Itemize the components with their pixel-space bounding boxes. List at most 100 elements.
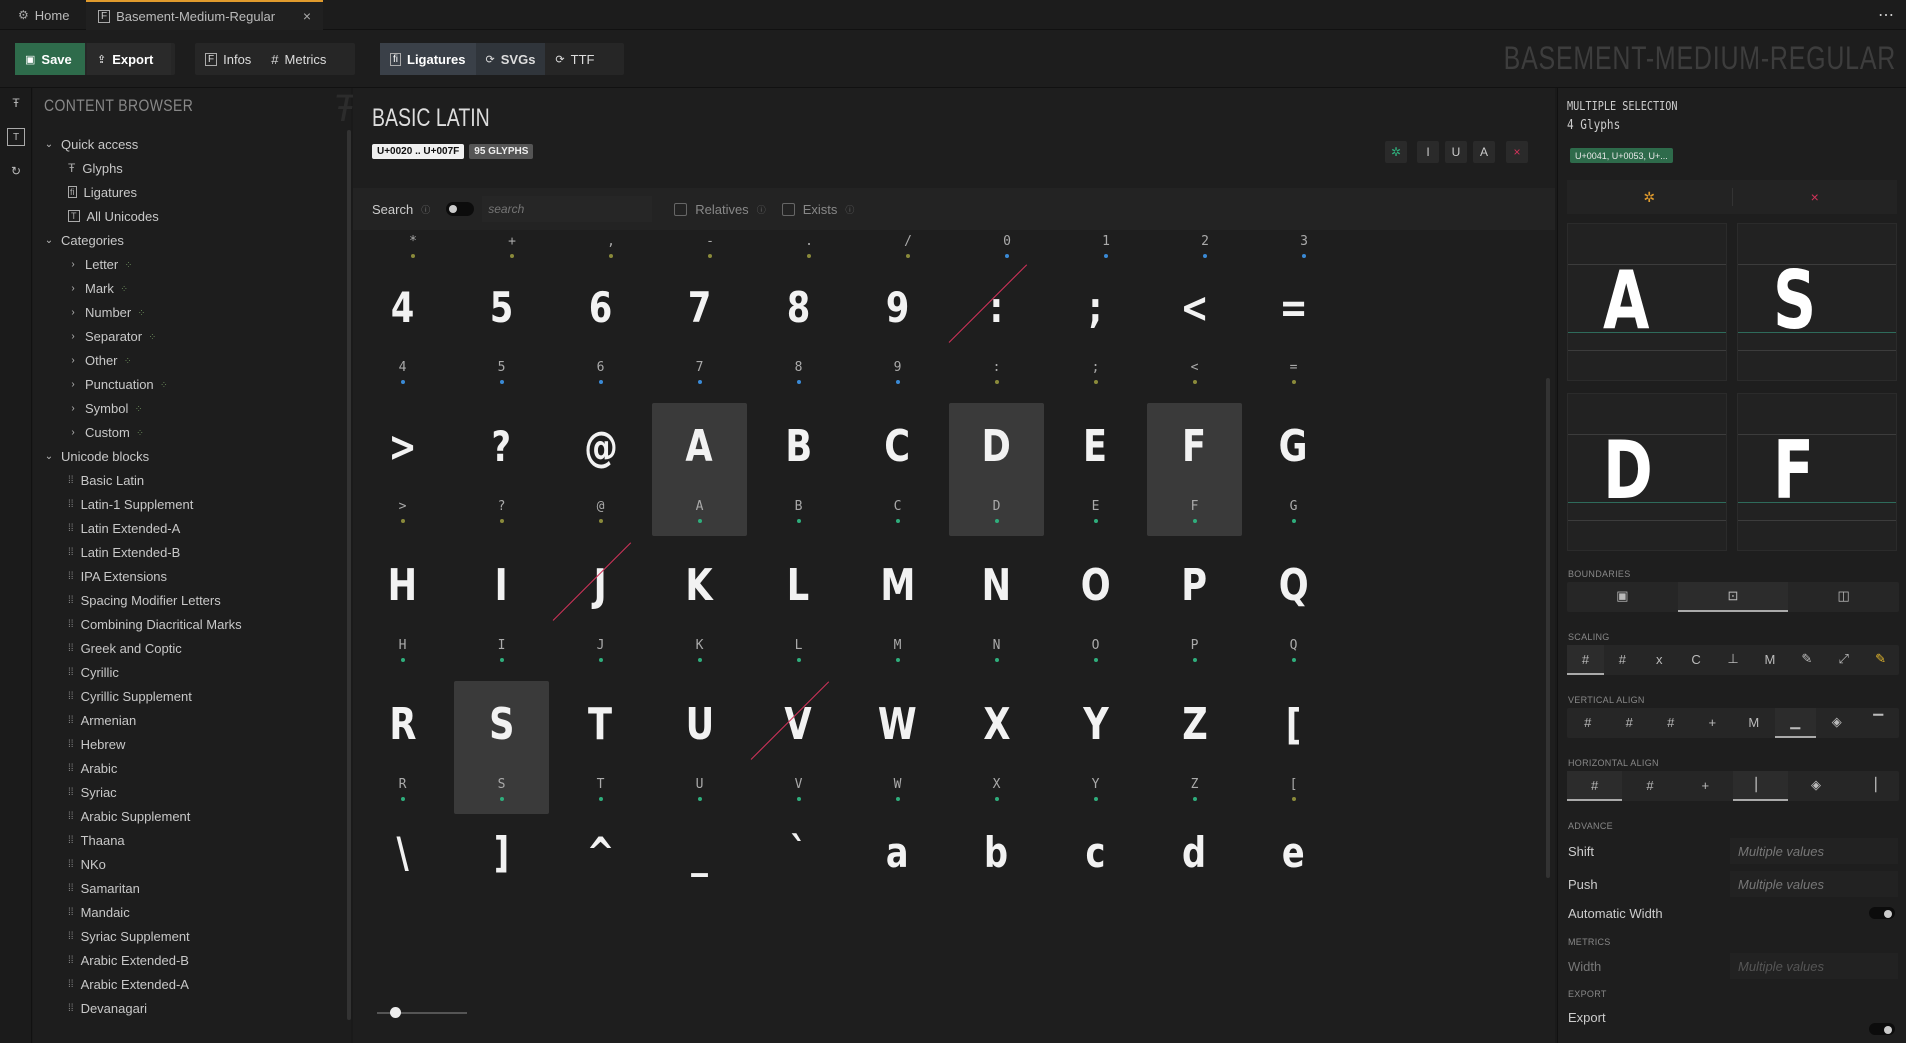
unicode-block-item[interactable]: ⁞⁞ Armenian [44,708,344,732]
glyph-cell[interactable]: ZZ [1147,681,1242,814]
unicode-block-item[interactable]: ⁞⁞ Combining Diacritical Marks [44,612,344,636]
glyph-preview-card[interactable]: S [1737,223,1897,381]
unicode-block-item[interactable]: ⁞⁞ Devanagari [44,996,344,1020]
glyph-cell[interactable]: EE [1048,403,1143,536]
glyph-cell[interactable]: 55 [454,264,549,397]
glyph-cell[interactable]: SS [454,681,549,814]
close-icon[interactable]: × [1733,180,1898,214]
category-item[interactable]: › Punctuation ·:· [44,372,344,396]
tab-font-file[interactable]: F Basement-Medium-Regular × [86,0,323,30]
boundary-advance-icon[interactable]: ⊡ [1677,582,1789,612]
boundary-box-icon[interactable]: ▣ [1567,582,1678,612]
scale-height-icon[interactable]: ⊥ [1715,645,1752,675]
scale-x-icon[interactable]: x [1641,645,1678,675]
glyph-preview-card[interactable]: F [1737,393,1897,551]
category-item[interactable]: › Number ·:· [44,300,344,324]
glyph-cell[interactable]: RR [355,681,450,814]
zoom-slider-knob[interactable] [390,1007,401,1018]
tab-home[interactable]: ⚙ Home [6,0,81,30]
valign-bottom-icon[interactable]: ▁ [1774,708,1816,738]
unicode-block-item[interactable]: ⁞⁞ Arabic Supplement [44,804,344,828]
relatives-checkbox[interactable] [674,202,688,216]
unicode-block-item[interactable]: ⁞⁞ NKo [44,852,344,876]
glyph-cell[interactable]: 88 [751,264,846,397]
valign-grid3-icon[interactable]: # [1650,708,1692,738]
glyph-cell[interactable]: ` [751,820,846,880]
browser-scrollbar[interactable] [347,130,351,1020]
category-item[interactable]: › Symbol ·:· [44,396,344,420]
push-input[interactable]: Multiple values [1730,871,1898,897]
glyph-cell[interactable]: XX [949,681,1044,814]
scale-m-icon[interactable]: M [1751,645,1788,675]
glyph-cell[interactable]: b [949,820,1044,880]
glyph-cell[interactable]: 3 [1246,230,1362,260]
glyph-preview-card[interactable]: A [1567,223,1727,381]
glyph-cell[interactable]: AA [652,403,747,536]
quick-access-glyphs[interactable]: Ŧ Glyphs [44,156,344,180]
unicode-block-item[interactable]: ⁞⁞ Arabic Extended-B [44,948,344,972]
svgs-button[interactable]: ⟳ SVGs [475,43,546,75]
glyph-cell[interactable]: CC [850,403,945,536]
categories-header[interactable]: ⌄ Categories [44,228,344,252]
quick-access-ligatures[interactable]: fi Ligatures [44,180,344,204]
search-input[interactable] [482,196,653,222]
glyph-cell[interactable]: < < [1147,264,1242,397]
unicode-add-icon[interactable]: U [1445,141,1467,163]
category-item[interactable]: › Mark ·:· [44,276,344,300]
text-icon[interactable]: T [7,128,25,146]
valign-top-icon[interactable]: ▔ [1858,708,1900,738]
unicode-block-item[interactable]: ⁞⁞ Latin Extended-B [44,540,344,564]
category-item[interactable]: › Custom ·:· [44,420,344,444]
glyph-cell[interactable]: a [850,820,945,880]
unicode-block-item[interactable]: ⁞⁞ Syriac Supplement [44,924,344,948]
glyph-cell[interactable]: TT [553,681,648,814]
glyph-cell[interactable]: 66 [553,264,648,397]
close-icon[interactable]: × [1506,141,1528,163]
pencil-yellow-icon[interactable]: ✎ [1862,645,1899,675]
category-item[interactable]: › Other ·:· [44,348,344,372]
unicode-block-item[interactable]: ⁞⁞ Hebrew [44,732,344,756]
glyph-cell[interactable]: II [454,542,549,675]
glyph-cell[interactable]: ?? [454,403,549,536]
glyph-cell[interactable]: :: [949,264,1044,397]
glyph-cell[interactable]: VV [751,681,846,814]
font-preview-icon[interactable]: A [1473,141,1495,163]
unicode-block-item[interactable]: ⁞⁞ Spacing Modifier Letters [44,588,344,612]
metrics-button[interactable]: # Metrics [261,43,336,75]
glyph-cell[interactable]: FF [1147,403,1242,536]
glyph-preview-card[interactable]: D [1567,393,1727,551]
valign-m-icon[interactable]: M [1733,708,1775,738]
glyph-cell[interactable]: _ [652,820,747,880]
save-button[interactable]: ▣ Save [15,43,85,75]
glyph-cell[interactable]: BB [751,403,846,536]
close-icon[interactable]: × [303,8,311,24]
glyph-cell[interactable]: QQ [1246,542,1341,675]
export-toggle[interactable] [1869,1023,1895,1035]
unicode-block-item[interactable]: ⁞⁞ Arabic Extended-A [44,972,344,996]
valign-grid-icon[interactable]: # [1567,708,1609,738]
grid-scrollbar[interactable] [1546,378,1550,878]
glyph-cell[interactable]: KK [652,542,747,675]
scale-grid-icon[interactable]: # [1567,645,1604,675]
halign-grid-icon[interactable]: # [1567,771,1623,801]
glyph-browser-icon[interactable]: Ŧ [7,94,25,112]
unicode-block-item[interactable]: ⁞⁞ Cyrillic [44,660,344,684]
unicode-block-item[interactable]: ⁞⁞ Latin-1 Supplement [44,492,344,516]
pen-icon[interactable]: ✎ [1788,645,1825,675]
glyph-cell[interactable]: ] [454,820,549,880]
boundary-inner-icon[interactable]: ◫ [1788,582,1899,612]
glyph-cell[interactable]: YY [1048,681,1143,814]
glyph-cell[interactable]: ;; [1048,264,1143,397]
halign-left-icon[interactable]: ▏ [1732,771,1789,801]
quick-access-header[interactable]: ⌄ Quick access [44,132,344,156]
glyph-cell[interactable]: > > [355,403,450,536]
category-item[interactable]: › Letter ·:· [44,252,344,276]
quick-access-all-unicodes[interactable]: T All Unicodes [44,204,344,228]
glyph-cell[interactable]: c [1048,820,1143,880]
scale-cap-icon[interactable]: C [1678,645,1715,675]
unicode-block-item[interactable]: ⁞⁞ Arabic [44,756,344,780]
halign-grid2-icon[interactable]: # [1622,771,1677,801]
more-menu-icon[interactable]: ⋯ [1878,5,1894,25]
glyph-cell[interactable]: JJ [553,542,648,675]
unicode-block-item[interactable]: ⁞⁞ Cyrillic Supplement [44,684,344,708]
